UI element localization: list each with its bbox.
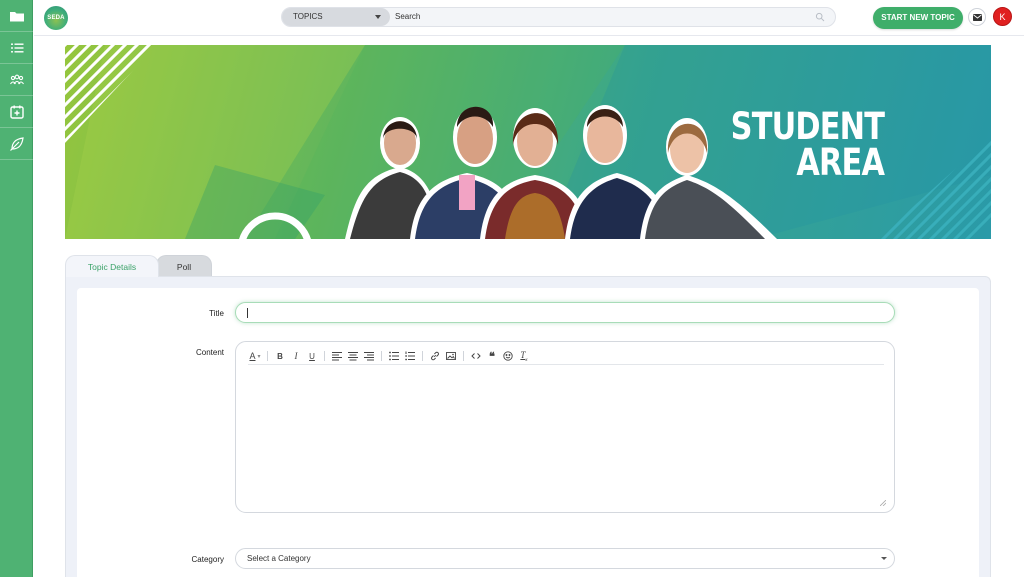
sidebar	[0, 0, 33, 577]
start-new-topic-button[interactable]: START NEW TOPIC	[873, 7, 963, 29]
quote-icon: ❝	[489, 350, 495, 363]
toolbar-divider	[381, 351, 382, 361]
text-cursor	[247, 308, 248, 318]
italic-button[interactable]: I	[289, 349, 303, 363]
tab-topic-details[interactable]: Topic Details	[65, 255, 159, 277]
image-icon	[446, 352, 456, 360]
resize-handle-icon[interactable]	[880, 500, 886, 506]
underline-icon: U	[309, 351, 315, 361]
messages-button[interactable]	[968, 8, 986, 26]
calendar-icon	[9, 105, 24, 119]
search-input[interactable]: Search	[395, 8, 420, 26]
search-icon[interactable]	[815, 12, 825, 22]
toolbar-divider	[267, 351, 268, 361]
align-right-icon	[364, 352, 374, 361]
link-icon	[431, 351, 439, 361]
sidebar-item-list[interactable]	[0, 32, 33, 64]
toolbar-divider	[422, 351, 423, 361]
toolbar-divider	[463, 351, 464, 361]
sidebar-item-resources[interactable]	[0, 128, 33, 160]
category-label: Category	[191, 555, 224, 564]
search-scope-select[interactable]: TOPICS	[282, 8, 390, 26]
clear-format-button[interactable]: Tx	[517, 349, 531, 363]
caret-down-icon	[375, 15, 381, 19]
leaf-icon	[9, 136, 24, 151]
numbered-list-button[interactable]	[403, 349, 417, 363]
align-center-icon	[348, 352, 358, 361]
content-editor[interactable]: A ▾ B I U ❝ Tx	[235, 341, 895, 513]
sidebar-item-people[interactable]	[0, 64, 33, 96]
folder-icon	[9, 11, 24, 21]
toolbar-divider	[324, 351, 325, 361]
category-placeholder: Select a Category	[247, 554, 311, 563]
emoji-button[interactable]	[501, 349, 515, 363]
seda-logo[interactable]: SEDA	[44, 6, 68, 30]
align-center-button[interactable]	[346, 349, 360, 363]
people-icon	[9, 74, 24, 84]
search-bar: TOPICS Search	[281, 7, 836, 27]
search-scope-label: TOPICS	[293, 12, 323, 21]
sidebar-item-events[interactable]	[0, 96, 33, 128]
logo-text: SEDA	[47, 15, 65, 21]
align-left-icon	[332, 352, 342, 361]
title-input[interactable]	[235, 302, 895, 323]
bold-icon: B	[277, 351, 283, 361]
bold-button[interactable]: B	[273, 349, 287, 363]
image-button[interactable]	[444, 349, 458, 363]
sidebar-item-topics[interactable]	[0, 0, 33, 32]
top-bar: SEDA TOPICS Search START NEW TOPIC K	[34, 0, 1024, 36]
bullet-list-button[interactable]	[387, 349, 401, 363]
link-button[interactable]	[428, 349, 442, 363]
italic-icon: I	[294, 351, 298, 361]
code-button[interactable]	[469, 349, 483, 363]
student-area-banner: STUDENT AREA	[65, 45, 991, 239]
banner-title-line1: STUDENT	[730, 105, 885, 148]
tab-poll[interactable]: Poll	[156, 255, 212, 277]
editor-toolbar: A ▾ B I U ❝ Tx	[248, 348, 884, 365]
text-color-button[interactable]: A ▾	[248, 349, 262, 363]
clear-format-icon: Tx	[520, 349, 528, 363]
mail-icon	[972, 13, 982, 21]
content-label: Content	[195, 348, 224, 357]
banner-title: STUDENT AREA	[730, 105, 885, 184]
blockquote-button[interactable]: ❝	[485, 349, 499, 363]
caret-down-icon	[881, 557, 887, 560]
code-icon	[471, 353, 481, 359]
list-icon	[10, 43, 23, 52]
emoji-icon	[503, 351, 513, 361]
user-avatar[interactable]: K	[993, 7, 1012, 26]
title-label: Title	[209, 309, 224, 318]
text-color-icon: A	[249, 351, 256, 361]
align-left-button[interactable]	[330, 349, 344, 363]
align-right-button[interactable]	[362, 349, 376, 363]
underline-button[interactable]: U	[305, 349, 319, 363]
numbered-list-icon	[405, 351, 415, 361]
bullet-list-icon	[389, 351, 399, 361]
category-select[interactable]: Select a Category	[235, 548, 895, 569]
banner-title-line2: AREA	[796, 141, 885, 184]
